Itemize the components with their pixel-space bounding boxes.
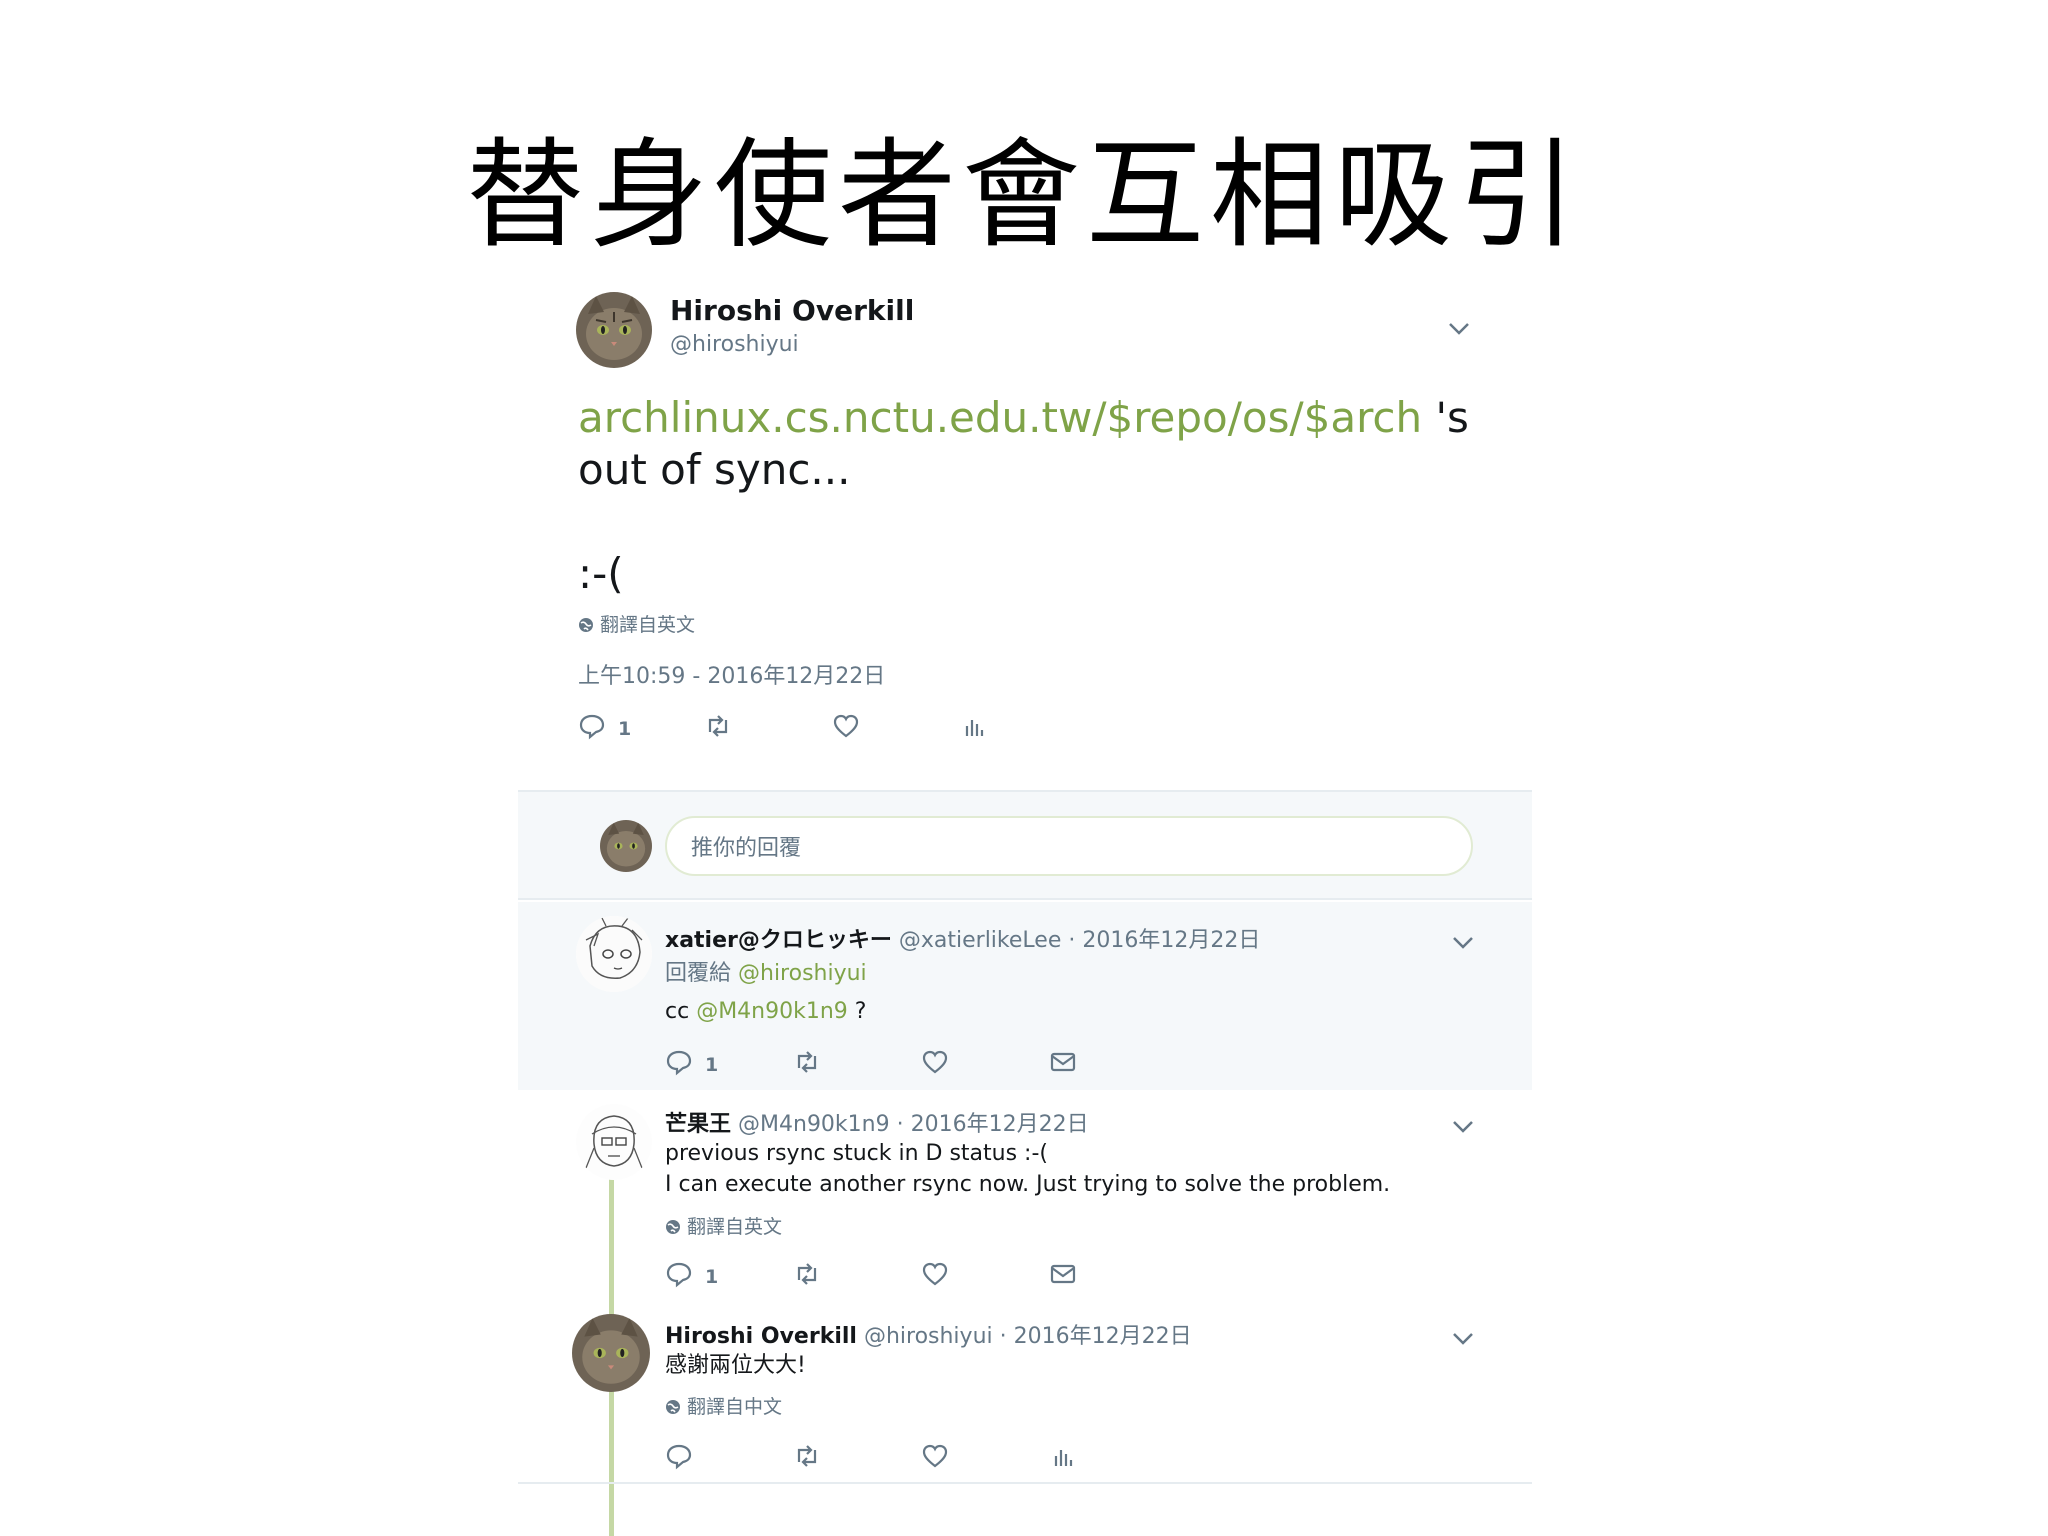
reply-author-name[interactable]: xatier@クロヒッキー bbox=[665, 928, 892, 953]
author-name[interactable]: Hiroshi Overkill bbox=[670, 294, 914, 327]
translate-link[interactable]: 翻譯自英文 bbox=[665, 1212, 782, 1239]
tweet-timestamp[interactable]: 上午10:59 - 2016年12月22日 bbox=[578, 658, 885, 690]
reply-author-name[interactable]: 芒果王 bbox=[665, 1112, 731, 1137]
retweet-button[interactable] bbox=[793, 1048, 821, 1076]
reply-author-name[interactable]: Hiroshi Overkill bbox=[665, 1324, 857, 1349]
globe-icon bbox=[578, 616, 594, 632]
envelope-icon bbox=[1050, 1264, 1076, 1284]
reply-avatar[interactable] bbox=[572, 1314, 650, 1392]
reply-text-prefix: cc bbox=[665, 999, 697, 1024]
reply-text-line2: I can execute another rsync now. Just tr… bbox=[665, 1172, 1391, 1197]
retweet-icon bbox=[797, 1051, 817, 1073]
reply-text-line1: previous rsync stuck in D status :-( bbox=[665, 1141, 1048, 1166]
retweet-button[interactable] bbox=[793, 1442, 821, 1470]
reply-button[interactable]: 1 bbox=[665, 1260, 718, 1288]
reply-count: 1 bbox=[705, 1266, 719, 1288]
reply-item[interactable]: xatier@クロヒッキー @xatierlikeLee · 2016年12月2… bbox=[518, 902, 1532, 1090]
reply-count: 1 bbox=[618, 718, 632, 740]
reply-icon bbox=[666, 1262, 692, 1288]
reply-header: xatier@クロヒッキー @xatierlikeLee · 2016年12月2… bbox=[665, 922, 1260, 954]
reply-author-handle[interactable]: @M4n90k1n9 bbox=[738, 1112, 890, 1137]
reply-icon bbox=[666, 1444, 692, 1470]
reply-composer: 推你的回覆 bbox=[518, 790, 1532, 900]
reply-input[interactable]: 推你的回覆 bbox=[665, 816, 1473, 876]
globe-icon bbox=[665, 1218, 681, 1234]
like-button[interactable] bbox=[921, 1048, 949, 1076]
card-bottom-border bbox=[518, 1482, 1532, 1484]
reply-header: Hiroshi Overkill @hiroshiyui · 2016年12月2… bbox=[665, 1318, 1192, 1350]
mention-link[interactable]: @M4n90k1n9 bbox=[696, 999, 848, 1024]
envelope-icon bbox=[1050, 1052, 1076, 1072]
translate-link[interactable]: 翻譯自英文 bbox=[578, 610, 695, 637]
heart-icon bbox=[922, 1050, 948, 1074]
tweet-text-suffix: 's bbox=[1422, 393, 1469, 442]
analytics-icon bbox=[965, 720, 984, 736]
retweet-icon bbox=[708, 715, 728, 737]
tweet-text-line2: out of sync... bbox=[578, 445, 851, 494]
tweet-text-line3: :-( bbox=[578, 549, 624, 598]
tweet-card: Hiroshi Overkill @hiroshiyui archlinux.c… bbox=[518, 280, 1532, 1536]
reply-item[interactable]: 芒果王 @M4n90k1n9 · 2016年12月22日 previous rs… bbox=[518, 1090, 1532, 1302]
reply-text: 感謝兩位大大! bbox=[665, 1353, 806, 1378]
analytics-button[interactable] bbox=[960, 712, 988, 740]
reply-icon bbox=[666, 1050, 692, 1076]
reply-author-handle[interactable]: @hiroshiyui bbox=[864, 1324, 993, 1349]
reply-count: 1 bbox=[705, 1054, 719, 1076]
analytics-icon bbox=[1054, 1450, 1073, 1466]
globe-icon bbox=[665, 1398, 681, 1414]
reply-icon bbox=[579, 714, 605, 740]
tweet-link[interactable]: archlinux.cs.nctu.edu.tw/$repo/os/$arch bbox=[578, 393, 1422, 442]
reply-author-handle[interactable]: @xatierlikeLee bbox=[899, 928, 1061, 953]
current-user-avatar[interactable] bbox=[600, 820, 652, 872]
reply-button[interactable]: 1 bbox=[578, 712, 631, 740]
reply-to-line: 回覆給 @hiroshiyui bbox=[665, 958, 867, 989]
heart-icon bbox=[922, 1444, 948, 1468]
analytics-button[interactable] bbox=[1049, 1442, 1077, 1470]
like-button[interactable] bbox=[921, 1260, 949, 1288]
reply-actions: 1 bbox=[665, 1048, 1105, 1080]
like-button[interactable] bbox=[832, 712, 860, 740]
reply-button[interactable]: 1 bbox=[665, 1048, 718, 1076]
slide-title: 替身使者會互相吸引 bbox=[465, 126, 1582, 264]
reply-button[interactable] bbox=[665, 1442, 693, 1470]
reply-text: previous rsync stuck in D status :-( I c… bbox=[665, 1138, 1390, 1200]
retweet-button[interactable] bbox=[793, 1260, 821, 1288]
retweet-icon bbox=[797, 1263, 817, 1285]
tweet-actions: 1 bbox=[578, 712, 1138, 744]
reply-date[interactable]: · 2016年12月22日 bbox=[993, 1324, 1192, 1349]
reply-menu-chevron-icon[interactable] bbox=[1452, 936, 1474, 950]
reply-header: 芒果王 @M4n90k1n9 · 2016年12月22日 bbox=[665, 1106, 1089, 1138]
reply-text: cc @M4n90k1n9 ? bbox=[665, 996, 866, 1027]
author-avatar[interactable] bbox=[576, 292, 652, 368]
reply-actions: 1 bbox=[665, 1260, 1105, 1292]
tweet-text: archlinux.cs.nctu.edu.tw/$repo/os/$arch … bbox=[578, 392, 1498, 600]
translate-link[interactable]: 翻譯自中文 bbox=[665, 1392, 782, 1419]
reply-menu-chevron-icon[interactable] bbox=[1452, 1120, 1474, 1134]
retweet-icon bbox=[797, 1445, 817, 1467]
reply-avatar[interactable] bbox=[576, 916, 652, 992]
reply-date[interactable]: · 2016年12月22日 bbox=[890, 1112, 1089, 1137]
translate-label: 翻譯自英文 bbox=[600, 614, 696, 636]
reply-to-handle[interactable]: @hiroshiyui bbox=[738, 961, 867, 986]
retweet-button[interactable] bbox=[704, 712, 732, 740]
direct-message-button[interactable] bbox=[1049, 1048, 1077, 1076]
author-handle[interactable]: @hiroshiyui bbox=[670, 332, 799, 357]
direct-message-button[interactable] bbox=[1049, 1260, 1077, 1288]
reply-item[interactable]: Hiroshi Overkill @hiroshiyui · 2016年12月2… bbox=[518, 1302, 1532, 1482]
like-button[interactable] bbox=[921, 1442, 949, 1470]
heart-icon bbox=[922, 1262, 948, 1286]
reply-date[interactable]: · 2016年12月22日 bbox=[1061, 928, 1260, 953]
reply-to-label: 回覆給 bbox=[665, 961, 738, 986]
reply-actions bbox=[665, 1442, 1105, 1474]
reply-avatar[interactable] bbox=[576, 1104, 652, 1180]
translate-label: 翻譯自英文 bbox=[687, 1216, 783, 1238]
tweet-menu-chevron-icon[interactable] bbox=[1448, 322, 1470, 336]
reply-menu-chevron-icon[interactable] bbox=[1452, 1332, 1474, 1346]
reply-text-suffix: ? bbox=[847, 999, 867, 1024]
translate-label: 翻譯自中文 bbox=[687, 1396, 783, 1418]
heart-icon bbox=[833, 714, 859, 738]
